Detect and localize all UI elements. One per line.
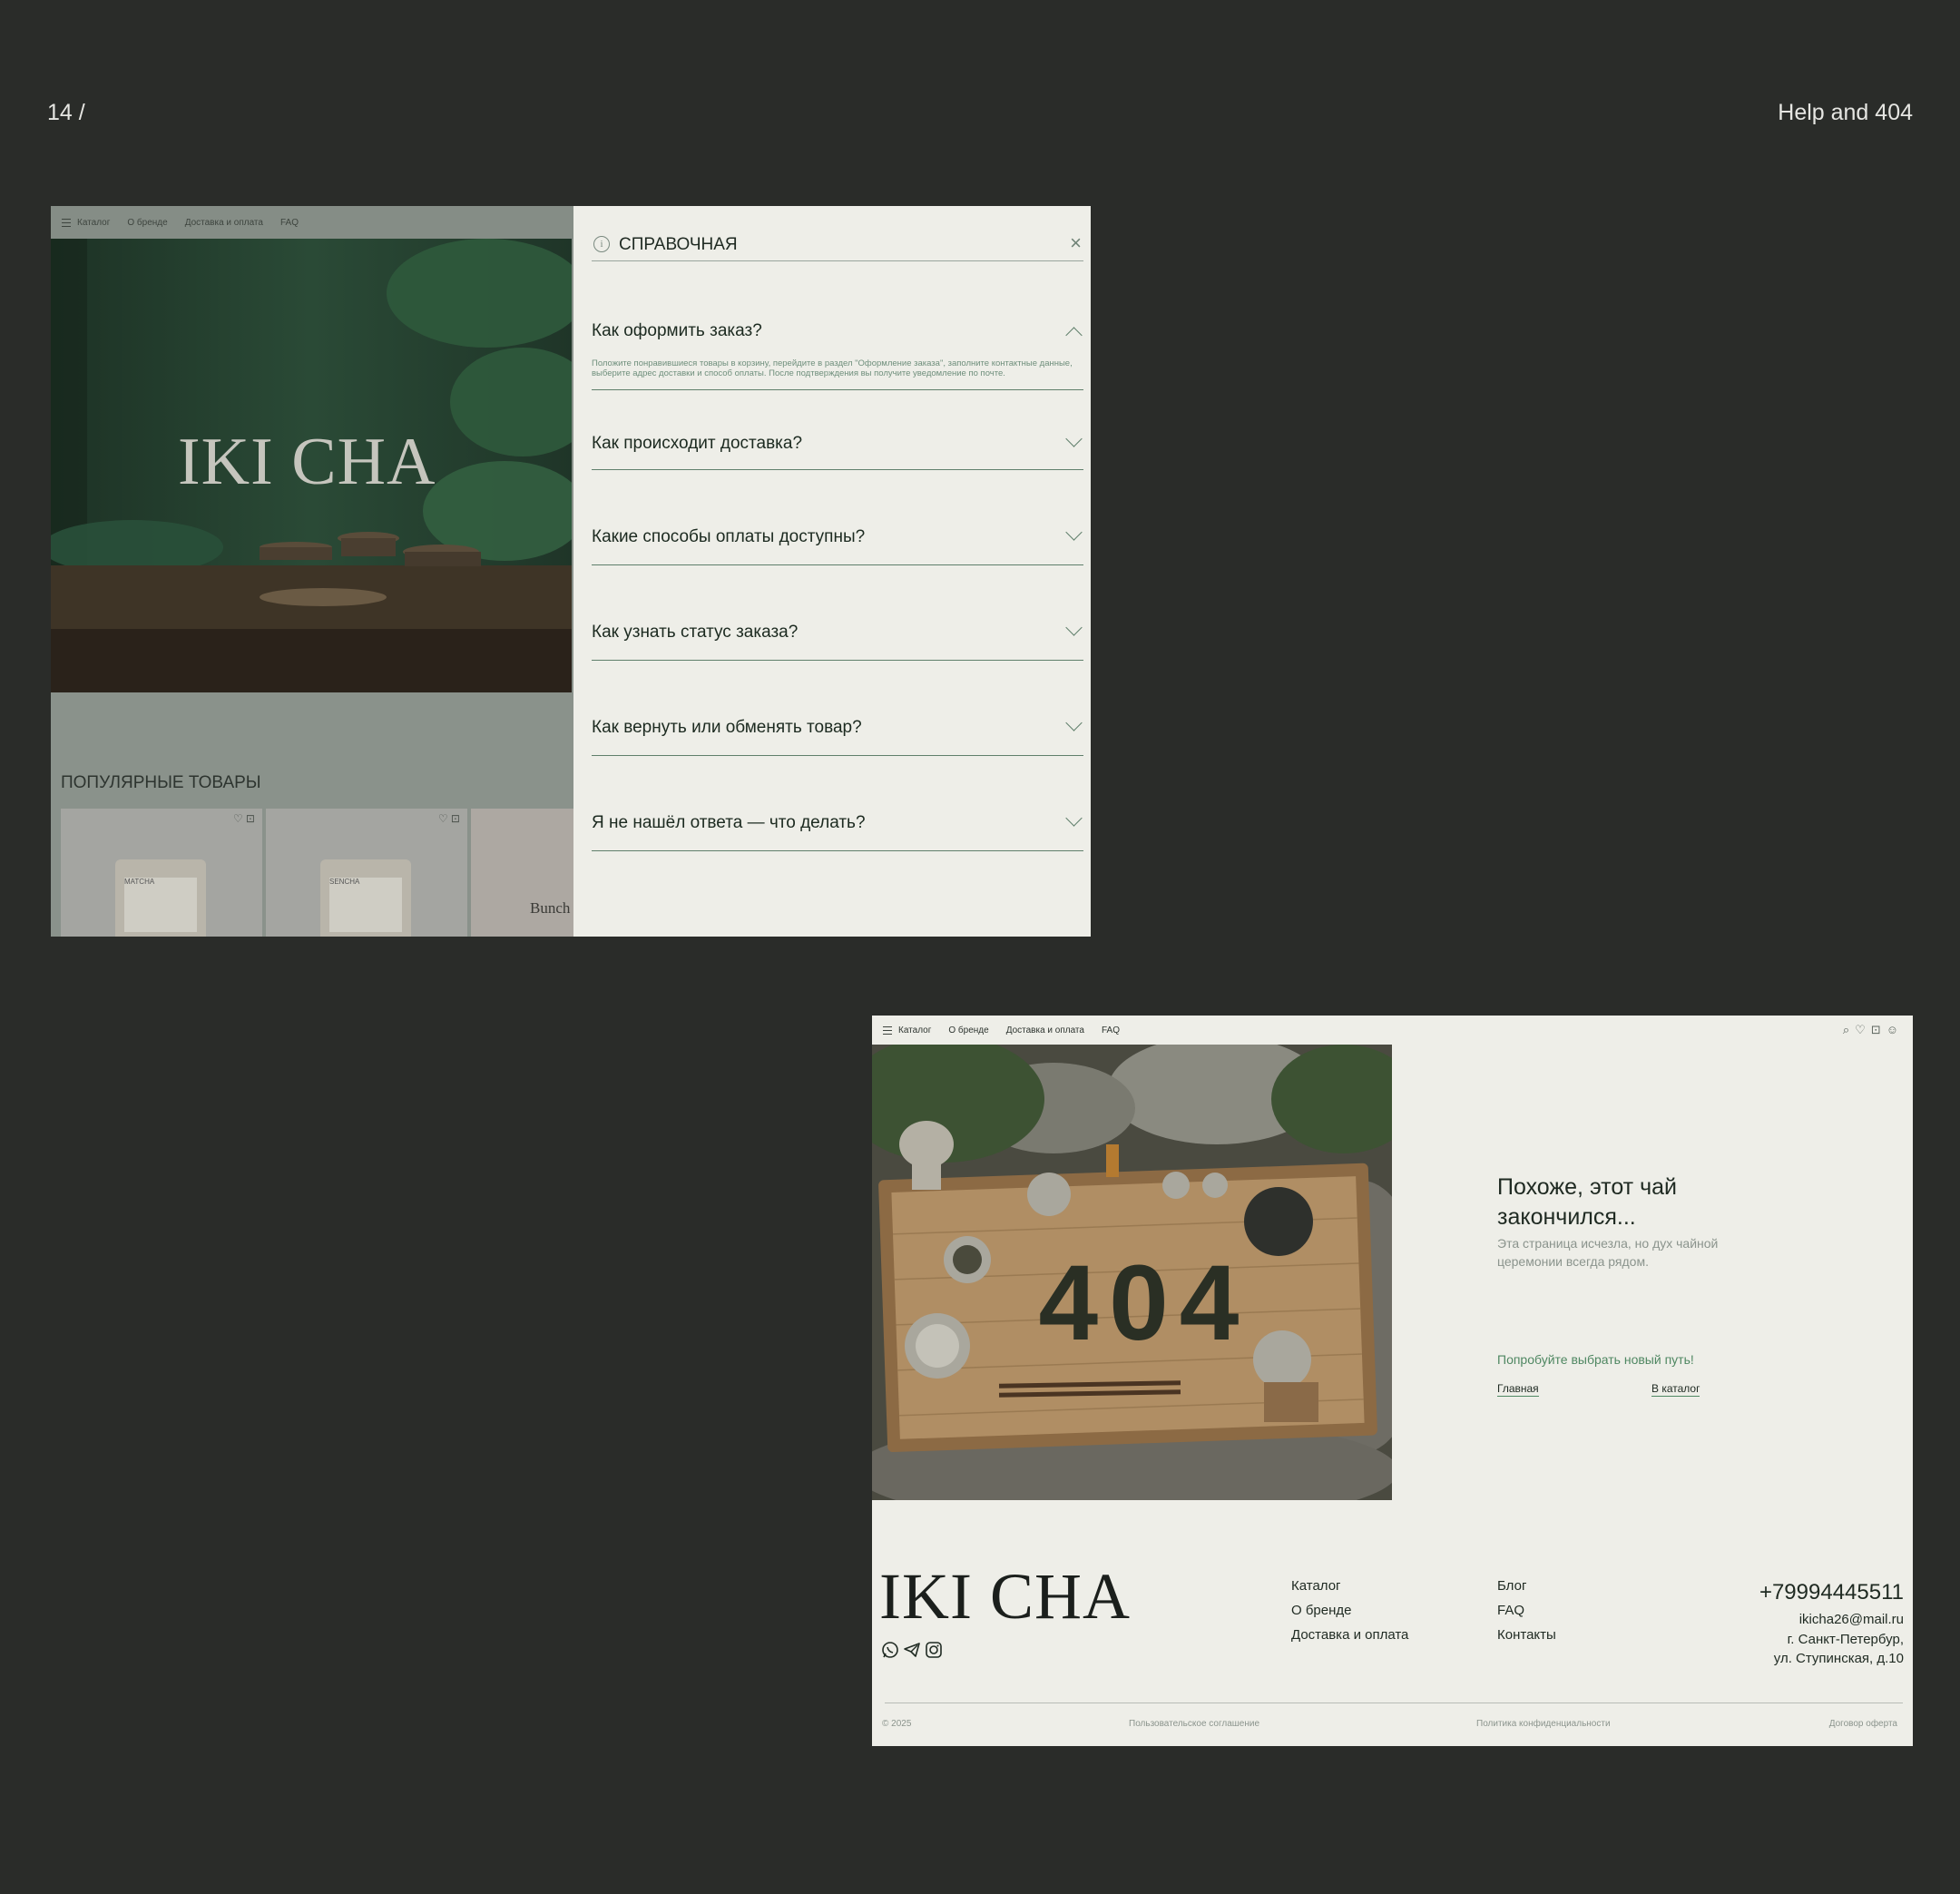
home-link[interactable]: Главная	[1497, 1382, 1539, 1397]
footer-col-2: Блог FAQ Контакты	[1497, 1574, 1556, 1647]
footer-col-1: Каталог О бренде Доставка и оплата	[1291, 1574, 1408, 1647]
faq-answer: Положите понравившиеся товары в корзину,…	[592, 358, 1073, 378]
copyright: © 2025	[882, 1719, 912, 1729]
notfound-mockup: Каталог О бренде Доставка и оплата FAQ ⌕…	[872, 1016, 1913, 1746]
hero-404-text: 404	[1039, 1243, 1250, 1363]
nav-about[interactable]: О бренде	[127, 218, 167, 228]
faq-question[interactable]: Какие способы оплаты доступны?	[592, 527, 865, 547]
nav-delivery[interactable]: Доставка и оплата	[185, 218, 263, 228]
footer-link-about[interactable]: О бренде	[1291, 1598, 1408, 1623]
jar-label: MATCHA	[124, 878, 197, 932]
catalog-link[interactable]: В каталог	[1651, 1382, 1700, 1397]
faq-item[interactable]: Как вернуть или обменять товар?	[592, 660, 1083, 756]
top-nav: Каталог О бренде Доставка и оплата FAQ	[51, 206, 573, 239]
top-nav: Каталог О бренде Доставка и оплата FAQ	[872, 1016, 1913, 1045]
telegram-icon[interactable]	[903, 1641, 921, 1659]
close-icon[interactable]: ×	[1070, 233, 1082, 253]
faq-question[interactable]: Как узнать статус заказа?	[592, 623, 798, 643]
footer-link-catalog[interactable]: Каталог	[1291, 1574, 1408, 1598]
legal-link-offer[interactable]: Договор оферта	[1829, 1719, 1897, 1729]
nav-catalog[interactable]: Каталог	[77, 218, 110, 228]
heart-icon[interactable]: ♡	[1855, 1023, 1871, 1036]
faq-item[interactable]: Какие способы оплаты доступны?	[592, 469, 1083, 565]
slide-number: 14 /	[47, 100, 85, 125]
footer-phone[interactable]: +79994445511	[1759, 1580, 1904, 1605]
footer-link-blog[interactable]: Блог	[1497, 1574, 1556, 1598]
help-panel: i СПРАВОЧНАЯ × Как оформить заказ? Полож…	[573, 206, 1091, 937]
nav-icons: ⌕♡⊡☺	[1843, 1023, 1904, 1037]
whatsapp-icon[interactable]	[881, 1641, 899, 1659]
faq-question[interactable]: Как происходит доставка?	[592, 434, 802, 454]
faq-item[interactable]: Я не нашёл ответа — что делать?	[592, 755, 1083, 851]
legal-link-privacy[interactable]: Политика конфиденциальности	[1476, 1719, 1611, 1729]
menu-icon[interactable]	[883, 1026, 892, 1035]
footer-email[interactable]: ikicha26@mail.ru	[1799, 1612, 1904, 1627]
popular-title: ПОПУЛЯРНЫЕ ТОВАРЫ	[61, 773, 261, 792]
nav-delivery[interactable]: Доставка и оплата	[1006, 1026, 1084, 1035]
nav-about[interactable]: О бренде	[948, 1026, 988, 1035]
chevron-down-icon[interactable]	[1065, 524, 1083, 541]
menu-icon[interactable]	[62, 218, 71, 227]
footer-link-faq[interactable]: FAQ	[1497, 1598, 1556, 1623]
notfound-title: Похоже, этот чай закончился...	[1497, 1174, 1677, 1230]
footer-link-delivery[interactable]: Доставка и оплата	[1291, 1623, 1408, 1647]
product-jar: MATCHA	[115, 859, 206, 937]
faq-item[interactable]: Как оформить заказ? Положите понравившие…	[592, 299, 1083, 390]
footer-address-1: г. Санкт-Петербур,	[1787, 1632, 1904, 1647]
chevron-down-icon[interactable]	[1065, 714, 1083, 731]
social-links	[881, 1641, 943, 1659]
footer-link-contacts[interactable]: Контакты	[1497, 1623, 1556, 1647]
help-mockup: Каталог О бренде Доставка и оплата FAQ I…	[51, 206, 1091, 937]
panel-title: СПРАВОЧНАЯ	[619, 235, 738, 254]
instagram-icon[interactable]	[925, 1641, 943, 1659]
nav-catalog[interactable]: Каталог	[898, 1026, 931, 1035]
footer-address-2: ул. Ступинская, д.10	[1773, 1651, 1904, 1666]
footer-brand: IKI CHA	[879, 1560, 1131, 1633]
hero-brand: IKI CHA	[178, 425, 436, 499]
try-text: Попробуйте выбрать новый путь!	[1497, 1352, 1694, 1367]
notfound-subtitle: Эта страница исчезла, но дух чайной цере…	[1497, 1236, 1719, 1269]
slide-title: Help and 404	[1778, 100, 1913, 125]
user-icon[interactable]: ☺	[1886, 1023, 1904, 1036]
card-actions[interactable]: ♡ ⊡	[438, 812, 460, 825]
search-icon[interactable]: ⌕	[1843, 1023, 1855, 1036]
chevron-up-icon[interactable]	[1065, 327, 1083, 344]
cart-icon[interactable]: ⊡	[1871, 1023, 1886, 1036]
chevron-down-icon[interactable]	[1065, 430, 1083, 447]
faq-item[interactable]: Как узнать статус заказа?	[592, 564, 1083, 661]
product-card[interactable]: ♡ ⊡ MATCHA	[61, 809, 262, 937]
jar-label: SENCHA	[329, 878, 402, 932]
faq-question[interactable]: Я не нашёл ответа — что делать?	[592, 813, 866, 833]
panel-header: i СПРАВОЧНАЯ ×	[592, 233, 1083, 261]
chevron-down-icon[interactable]	[1065, 810, 1083, 827]
card-actions[interactable]: ♡ ⊡	[233, 812, 255, 825]
faq-item[interactable]: Как происходит доставка?	[592, 389, 1083, 470]
faq-question[interactable]: Как вернуть или обменять товар?	[592, 718, 862, 738]
bunch-label: Bunch	[530, 899, 571, 917]
nav-faq[interactable]: FAQ	[280, 218, 299, 228]
product-card[interactable]: ♡ ⊡ SENCHA	[266, 809, 467, 937]
nav-faq[interactable]: FAQ	[1102, 1026, 1120, 1035]
hero-404-image: 404	[872, 1045, 1392, 1500]
info-icon: i	[593, 236, 610, 252]
product-jar: SENCHA	[320, 859, 411, 937]
chevron-down-icon[interactable]	[1065, 619, 1083, 636]
legal-link-terms[interactable]: Пользовательское соглашение	[1129, 1719, 1259, 1729]
faq-question[interactable]: Как оформить заказ?	[592, 321, 762, 341]
